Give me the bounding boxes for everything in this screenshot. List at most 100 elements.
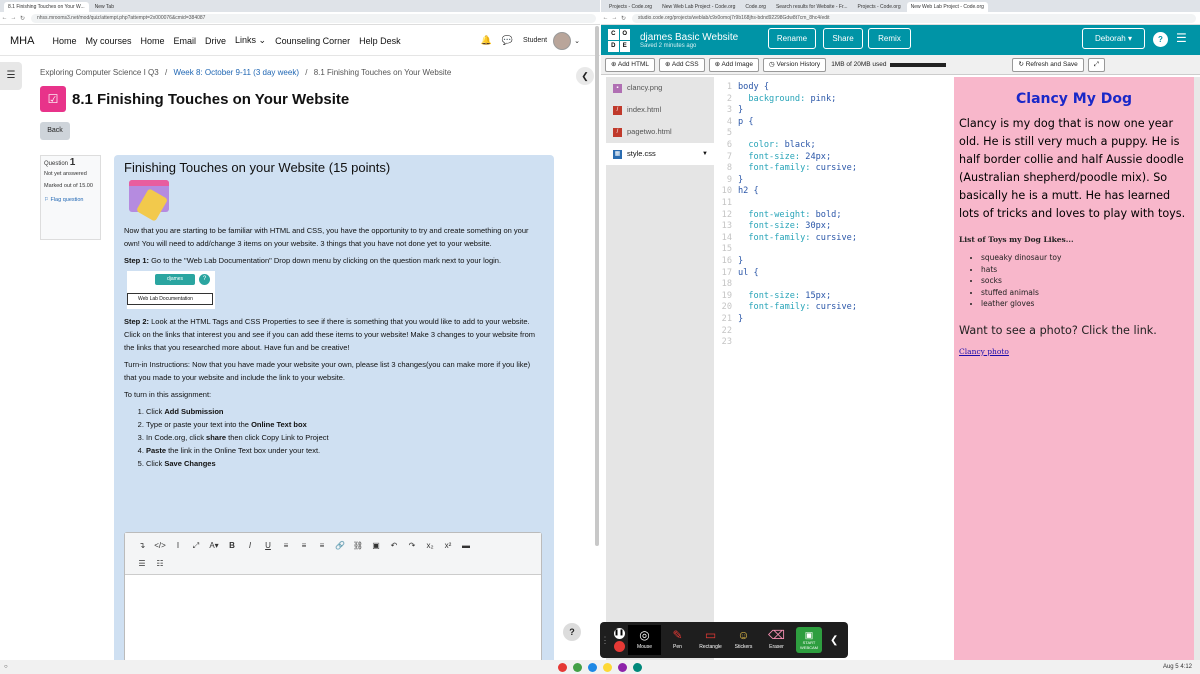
right-tab[interactable]: New Web Lab Project - Code.org: [658, 2, 739, 12]
app-icon[interactable]: [633, 662, 642, 672]
reload-icon[interactable]: ↻: [619, 15, 628, 22]
back-arrow-icon[interactable]: ←: [0, 15, 9, 21]
right-tab[interactable]: Projects - Code.org: [605, 2, 656, 12]
align-right-icon[interactable]: ≡: [313, 537, 331, 555]
pen-tool[interactable]: ✎ Pen: [661, 629, 694, 651]
fullscreen-icon[interactable]: ⤢: [187, 537, 205, 555]
clear-format-icon[interactable]: I: [169, 537, 187, 555]
left-address-field[interactable]: nhss.mrooms3.net/mod/quiz/attempt.php?at…: [31, 13, 596, 23]
bullet-list-icon[interactable]: ☰: [133, 555, 151, 573]
css-code-editor[interactable]: 1 body {2 background: pink; 3} 4 p {5 6 color…: [714, 77, 953, 660]
reload-icon[interactable]: ↻: [18, 15, 27, 22]
back-button[interactable]: Back: [40, 122, 70, 140]
remix-button[interactable]: Remix: [868, 28, 911, 49]
status-area[interactable]: Aug 5 4:12: [1163, 664, 1192, 670]
nav-my-courses[interactable]: My courses: [85, 36, 131, 46]
more-menu-icon[interactable]: ☰: [1176, 31, 1187, 45]
codeorg-logo[interactable]: CODE: [608, 29, 630, 52]
scrollbar[interactable]: [595, 26, 599, 546]
font-color-icon[interactable]: A▾: [205, 537, 223, 555]
launcher-icon[interactable]: ○: [4, 664, 8, 670]
nav-home-2[interactable]: Home: [140, 36, 164, 46]
app-icon[interactable]: [588, 662, 597, 672]
share-button[interactable]: Share: [823, 28, 863, 49]
clancy-photo-link[interactable]: Clancy photo: [959, 347, 1189, 356]
redo-icon[interactable]: ↷: [403, 537, 421, 555]
left-tab-active[interactable]: 8.1 Finishing Touches on Your W...: [4, 2, 89, 12]
superscript-icon[interactable]: x²: [439, 537, 457, 555]
image-icon[interactable]: ▣: [367, 537, 385, 555]
left-tab-new[interactable]: New Tab: [91, 2, 118, 12]
align-center-icon[interactable]: ≡: [295, 537, 313, 555]
back-arrow-icon[interactable]: ←: [601, 15, 610, 21]
paragraph-icon[interactable]: ↴: [133, 537, 151, 555]
right-tab[interactable]: Projects - Code.org: [854, 2, 905, 12]
online-text-editor[interactable]: ↴ </> I ⤢ A▾ B I U ≡ ≡ ≡ 🔗 ⛓ ▣ ↶ ↷ x₂ x² ▬ ☰ ☷: [124, 532, 542, 660]
breadcrumb-course[interactable]: Exploring Computer Science I Q3: [40, 68, 159, 77]
file-index-html[interactable]: / index.html: [606, 99, 714, 121]
underline-icon[interactable]: U: [259, 537, 277, 555]
right-tab[interactable]: Search results for Website - Fr...: [772, 2, 852, 12]
file-pagetwo-html[interactable]: / pagetwo.html: [606, 121, 714, 143]
user-menu-button[interactable]: Deborah ▾: [1082, 28, 1145, 49]
chrome-icon[interactable]: [558, 662, 567, 672]
refresh-save-button[interactable]: ↻ Refresh and Save: [1012, 57, 1084, 72]
numbered-list-icon[interactable]: ☷: [151, 555, 169, 573]
collapse-icon[interactable]: ❮: [830, 635, 838, 646]
breadcrumb-current[interactable]: 8.1 Finishing Touches on Your Website: [314, 68, 452, 77]
forward-arrow-icon[interactable]: →: [610, 15, 619, 21]
drawer-toggle-button[interactable]: ☰: [0, 62, 22, 90]
rectangle-tool[interactable]: ▭ Rectangle: [694, 629, 727, 651]
site-brand[interactable]: MHA: [10, 35, 34, 47]
avatar[interactable]: [553, 31, 572, 50]
help-icon[interactable]: ?: [1153, 32, 1168, 47]
link-icon[interactable]: 🔗: [331, 537, 349, 555]
file-clancy-png[interactable]: ▪ clancy.png: [606, 77, 714, 99]
mouse-tool[interactable]: ◎ Mouse: [628, 625, 661, 655]
forward-arrow-icon[interactable]: →: [9, 15, 18, 21]
flag-question-link[interactable]: ⚐ Flag question: [44, 196, 97, 204]
nav-counseling[interactable]: Counseling Corner: [275, 36, 350, 46]
eraser-tool[interactable]: ⌫ Eraser: [760, 629, 793, 651]
right-tab[interactable]: Code.org: [741, 2, 770, 12]
html-icon[interactable]: </>: [151, 537, 169, 555]
chevron-down-icon[interactable]: ⌄: [574, 37, 580, 45]
unlink-icon[interactable]: ⛓: [349, 537, 367, 555]
subscript-icon[interactable]: x₂: [421, 537, 439, 555]
expand-icon[interactable]: ⤢: [1087, 57, 1105, 72]
bold-icon[interactable]: B: [223, 537, 241, 555]
drag-handle-icon[interactable]: ⋮: [600, 635, 610, 646]
preview-scrollbar[interactable]: [1194, 77, 1200, 660]
file-style-css[interactable]: ▦ style.css ▼: [606, 143, 714, 165]
user-name[interactable]: Student: [523, 37, 547, 44]
stop-icon[interactable]: [613, 641, 625, 652]
nav-home[interactable]: Home: [52, 36, 76, 46]
help-button[interactable]: ?: [563, 623, 581, 641]
bell-icon[interactable]: 🔔: [481, 35, 492, 46]
italic-icon[interactable]: I: [241, 537, 259, 555]
undo-icon[interactable]: ↶: [385, 537, 403, 555]
collapse-button[interactable]: ❮: [576, 67, 594, 85]
right-address-field[interactable]: studio.code.org/projects/weblab/c9x0omoj…: [632, 13, 1196, 23]
version-history-button[interactable]: ◷ Version History: [762, 57, 827, 72]
add-image-button[interactable]: ⊕ Add Image: [708, 57, 759, 72]
add-html-button[interactable]: ⊕ Add HTML: [605, 57, 655, 72]
app-icon[interactable]: [573, 662, 582, 672]
right-tab-active[interactable]: New Web Lab Project - Code.org: [906, 2, 988, 12]
caret-down-icon[interactable]: ▼: [702, 143, 708, 165]
stickers-tool[interactable]: ☺ Stickers: [727, 629, 760, 651]
nav-help-desk[interactable]: Help Desk: [359, 36, 401, 46]
app-icon[interactable]: [603, 662, 612, 672]
hr-icon[interactable]: ▬: [457, 537, 475, 555]
add-css-button[interactable]: ⊕ Add CSS: [658, 57, 705, 72]
start-webcam-button[interactable]: ▣ START WEBCAM: [796, 627, 822, 653]
breadcrumb-week[interactable]: Week 8: October 9-11 (3 day week): [173, 68, 299, 77]
nav-links[interactable]: Links ⌄: [235, 35, 266, 46]
pause-icon[interactable]: ❚❚: [613, 628, 625, 639]
rename-button[interactable]: Rename: [768, 28, 816, 49]
chat-icon[interactable]: 💬: [502, 35, 513, 46]
align-left-icon[interactable]: ≡: [277, 537, 295, 555]
nav-drive[interactable]: Drive: [205, 36, 226, 46]
nav-email[interactable]: Email: [174, 36, 197, 46]
app-icon[interactable]: [618, 662, 627, 672]
